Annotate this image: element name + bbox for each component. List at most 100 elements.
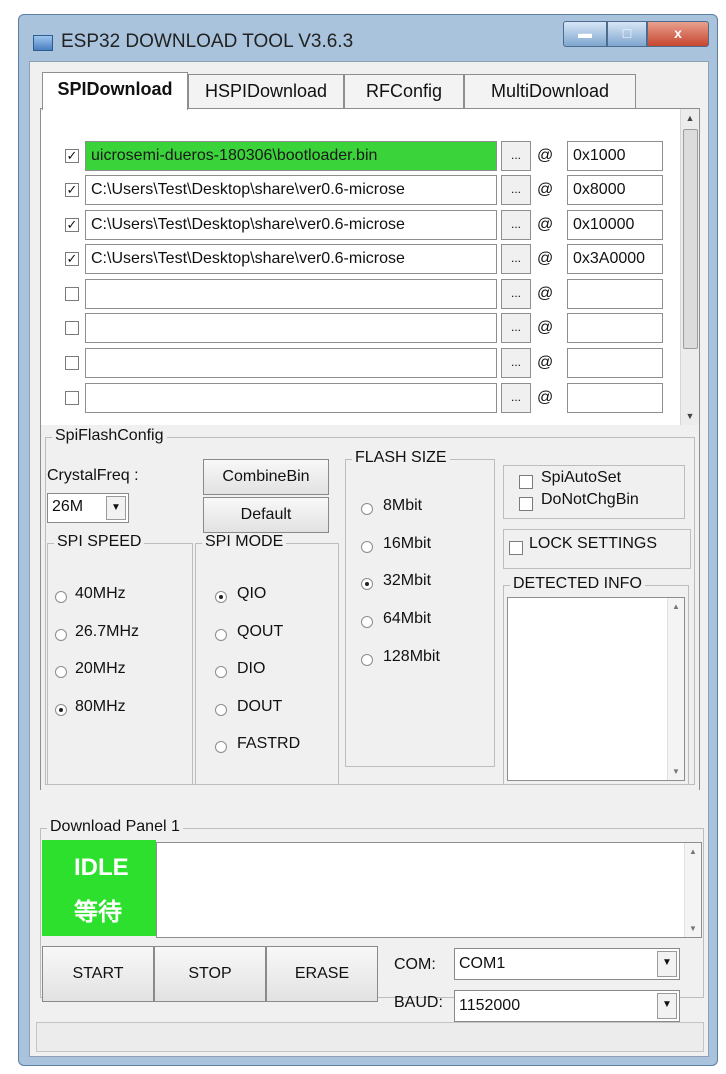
at-label: @	[537, 216, 554, 233]
address-input[interactable]: 0x1000	[567, 141, 663, 171]
browse-button[interactable]: ...	[501, 244, 531, 274]
scroll-up-icon[interactable]: ▲	[685, 847, 701, 856]
default-button[interactable]: Default	[203, 497, 329, 533]
radio-16mbit[interactable]	[361, 541, 373, 553]
file-path-input[interactable]	[85, 348, 497, 378]
crystal-freq-label: CrystalFreq :	[47, 467, 139, 484]
radio-40mhz[interactable]	[55, 591, 67, 603]
radio-qout[interactable]	[215, 629, 227, 641]
donotchgbin-checkbox[interactable]	[519, 497, 533, 511]
spiautoset-checkbox[interactable]	[519, 475, 533, 489]
radio-64mbit[interactable]	[361, 616, 373, 628]
browse-button[interactable]: ...	[501, 383, 531, 413]
detected-info-scrollbar[interactable]: ▲ ▼	[667, 598, 684, 780]
file-path-input[interactable]	[85, 383, 497, 413]
address-input[interactable]	[567, 313, 663, 343]
file-path-input[interactable]	[85, 279, 497, 309]
address-input[interactable]	[567, 348, 663, 378]
browse-button[interactable]: ...	[501, 348, 531, 378]
browse-button[interactable]: ...	[501, 175, 531, 205]
baud-label: BAUD:	[394, 994, 443, 1011]
file-checkbox[interactable]: ✓	[65, 183, 79, 197]
file-path-input[interactable]	[85, 313, 497, 343]
file-path-input[interactable]: C:\Users\Test\Desktop\share\ver0.6-micro…	[85, 175, 497, 205]
combinebin-button[interactable]: CombineBin	[203, 459, 329, 495]
spiautoset-label: SpiAutoSet	[541, 469, 622, 486]
mode-option-label: QOUT	[237, 623, 284, 640]
chevron-down-icon[interactable]: ▼	[657, 951, 677, 977]
scroll-up-icon[interactable]: ▲	[668, 602, 684, 611]
file-checkbox[interactable]	[65, 321, 79, 335]
speed-option-label: 26.7MHz	[75, 623, 140, 640]
scroll-down-icon[interactable]: ▼	[681, 411, 699, 421]
address-input[interactable]: 0x3A0000	[567, 244, 663, 274]
detected-info-textarea[interactable]: ▲ ▼	[507, 597, 685, 781]
file-checkbox[interactable]	[65, 287, 79, 301]
file-list-scrollbar[interactable]: ▲ ▼	[680, 109, 699, 425]
file-checkbox[interactable]	[65, 356, 79, 370]
lock-settings-checkbox[interactable]	[509, 541, 523, 555]
radio-dio[interactable]	[215, 666, 227, 678]
radio-qio[interactable]	[215, 591, 227, 603]
spiflashconfig-title: SpiFlashConfig	[52, 427, 167, 445]
file-path-input[interactable]: C:\Users\Test\Desktop\share\ver0.6-micro…	[85, 210, 497, 240]
spiflash-area: SpiFlashConfig CrystalFreq : 26M ▼ Combi…	[41, 425, 699, 791]
com-label: COM:	[394, 956, 436, 973]
log-scrollbar[interactable]: ▲ ▼	[684, 843, 701, 937]
tab-hspidownload[interactable]: HSPIDownload	[188, 74, 344, 108]
app-icon	[33, 35, 53, 51]
baud-value: 1152000	[459, 997, 521, 1014]
radio-128mbit[interactable]	[361, 654, 373, 666]
status-idle-text: IDLE	[74, 854, 129, 881]
file-path-input[interactable]: uicrosemi-dueros-180306\bootloader.bin	[85, 141, 497, 171]
tab-rfconfig[interactable]: RFConfig	[344, 74, 464, 108]
tab-multidownload[interactable]: MultiDownload	[464, 74, 636, 108]
scroll-up-icon[interactable]: ▲	[681, 113, 699, 123]
close-button[interactable]: x	[647, 21, 709, 47]
status-bar	[36, 1022, 704, 1052]
address-input[interactable]	[567, 279, 663, 309]
file-checkbox[interactable]: ✓	[65, 149, 79, 163]
baud-select[interactable]: 1152000 ▼	[454, 990, 680, 1022]
radio-26-7mhz[interactable]	[55, 629, 67, 641]
browse-button[interactable]: ...	[501, 141, 531, 171]
stop-button[interactable]: STOP	[154, 946, 266, 1002]
browse-button[interactable]: ...	[501, 313, 531, 343]
donotchgbin-label: DoNotChgBin	[541, 491, 639, 508]
flash-option-label: 64Mbit	[383, 610, 432, 627]
address-input[interactable]	[567, 383, 663, 413]
maximize-button[interactable]: □	[607, 21, 647, 47]
browse-button[interactable]: ...	[501, 279, 531, 309]
radio-8mbit[interactable]	[361, 503, 373, 515]
browse-button[interactable]: ...	[501, 210, 531, 240]
radio-80mhz[interactable]	[55, 704, 67, 716]
flash-option-label: 32Mbit	[383, 572, 432, 589]
scroll-down-icon[interactable]: ▼	[685, 924, 701, 933]
address-input[interactable]: 0x10000	[567, 210, 663, 240]
title-bar: ESP32 DOWNLOAD TOOL V3.6.3 ▬ □ x	[19, 15, 717, 61]
scroll-thumb[interactable]	[683, 129, 698, 349]
chevron-down-icon[interactable]: ▼	[657, 993, 677, 1019]
flash-option-label: 128Mbit	[383, 648, 440, 665]
chevron-down-icon[interactable]: ▼	[106, 496, 126, 520]
minimize-button[interactable]: ▬	[563, 21, 607, 47]
com-select[interactable]: COM1 ▼	[454, 948, 680, 980]
radio-fastrd[interactable]	[215, 741, 227, 753]
address-input[interactable]: 0x8000	[567, 175, 663, 205]
file-checkbox[interactable]: ✓	[65, 218, 79, 232]
flash-option-label: 16Mbit	[383, 535, 432, 552]
scroll-down-icon[interactable]: ▼	[668, 767, 684, 776]
radio-32mbit[interactable]	[361, 578, 373, 590]
download-log-textarea[interactable]: ▲ ▼	[156, 842, 702, 938]
crystal-freq-select[interactable]: 26M ▼	[47, 493, 129, 523]
file-checkbox[interactable]	[65, 391, 79, 405]
client-area: SPIDownload HSPIDownload RFConfig MultiD…	[29, 61, 709, 1057]
file-path-input[interactable]: C:\Users\Test\Desktop\share\ver0.6-micro…	[85, 244, 497, 274]
start-button[interactable]: START	[42, 946, 154, 1002]
radio-dout[interactable]	[215, 704, 227, 716]
radio-20mhz[interactable]	[55, 666, 67, 678]
file-checkbox[interactable]: ✓	[65, 252, 79, 266]
at-label: @	[537, 389, 554, 406]
tab-spidownload[interactable]: SPIDownload	[42, 72, 188, 110]
erase-button[interactable]: ERASE	[266, 946, 378, 1002]
